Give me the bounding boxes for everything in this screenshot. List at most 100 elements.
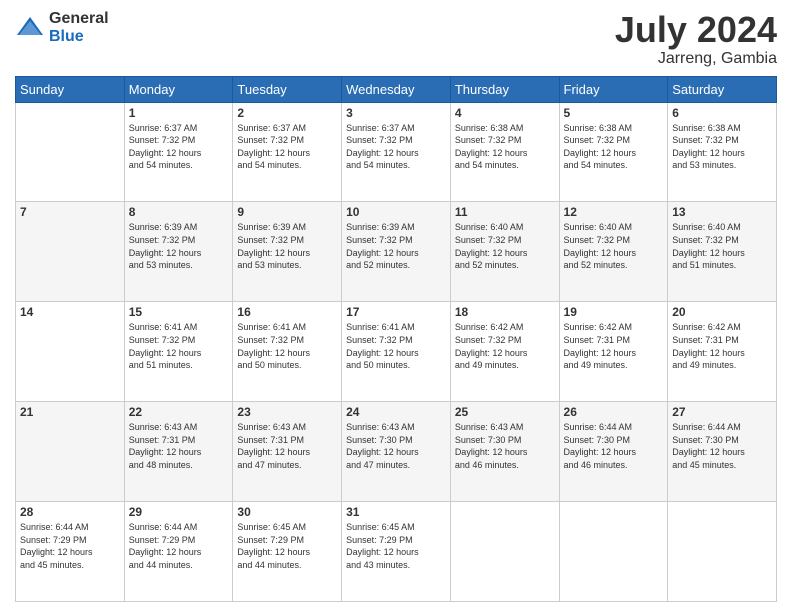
calendar-week-row: 14 15 Sunrise: 6:41 AM Sunset: 7:32 PM Day…	[16, 302, 777, 402]
table-row: 17Sunrise: 6:41 AM Sunset: 7:32 PM Dayli…	[342, 302, 451, 402]
table-row: 1 Sunrise: 6:37 AM Sunset: 7:32 PM Daylig…	[124, 102, 233, 202]
day-info: Sunrise: 6:43 AM Sunset: 7:30 PM Dayligh…	[346, 421, 446, 471]
day-number: 22	[129, 405, 229, 419]
table-row: 28 Sunrise: 6:44 AM Sunset: 7:29 PM Dayli…	[16, 502, 125, 602]
day-number: 5	[564, 106, 664, 120]
day-number: 9	[237, 205, 337, 219]
day-info: Sunrise: 6:39 AM Sunset: 7:32 PM Dayligh…	[129, 221, 229, 271]
table-row: 6 Sunrise: 6:38 AM Sunset: 7:32 PM Daylig…	[668, 102, 777, 202]
day-info: Sunrise: 6:45 AM Sunset: 7:29 PM Dayligh…	[237, 521, 337, 571]
day-info: Sunrise: 6:38 AM Sunset: 7:32 PM Dayligh…	[455, 122, 555, 172]
day-number: 13	[672, 205, 772, 219]
header: General Blue July 2024 Jarreng, Gambia	[15, 10, 777, 68]
calendar-table: Sunday Monday Tuesday Wednesday Thursday…	[15, 76, 777, 602]
day-info: Sunrise: 6:41 AM Sunset: 7:32 PM Dayligh…	[237, 321, 337, 371]
day-number: 6	[672, 106, 772, 120]
day-number: 15	[129, 305, 229, 319]
table-row: 15 Sunrise: 6:41 AM Sunset: 7:32 PM Dayli…	[124, 302, 233, 402]
day-number: 24	[346, 405, 446, 419]
day-info: Sunrise: 6:44 AM Sunset: 7:30 PM Dayligh…	[672, 421, 772, 471]
calendar-week-row: 21 22 Sunrise: 6:43 AM Sunset: 7:31 PM Day…	[16, 402, 777, 502]
table-row: 23 Sunrise: 6:43 AM Sunset: 7:31 PM Dayli…	[233, 402, 342, 502]
day-number: 2	[237, 106, 337, 120]
col-sunday: Sunday	[16, 76, 125, 102]
day-number: 25	[455, 405, 555, 419]
day-info: Sunrise: 6:37 AM Sunset: 7:32 PM Dayligh…	[237, 122, 337, 172]
table-row: 31 Sunrise: 6:45 AM Sunset: 7:29 PM Dayli…	[342, 502, 451, 602]
table-row: 9 Sunrise: 6:39 AM Sunset: 7:32 PM Daylig…	[233, 202, 342, 302]
calendar-week-row: 7 8Sunrise: 6:39 AM Sunset: 7:32 PM Dayli…	[16, 202, 777, 302]
table-row: 11Sunrise: 6:40 AM Sunset: 7:32 PM Dayli…	[450, 202, 559, 302]
table-row: 26 Sunrise: 6:44 AM Sunset: 7:30 PM Dayli…	[559, 402, 668, 502]
logo-general-text: General	[49, 10, 109, 28]
day-info: Sunrise: 6:40 AM Sunset: 7:32 PM Dayligh…	[672, 221, 772, 271]
day-info: Sunrise: 6:40 AM Sunset: 7:32 PM Dayligh…	[564, 221, 664, 271]
day-info: Sunrise: 6:43 AM Sunset: 7:30 PM Dayligh…	[455, 421, 555, 471]
table-row: 8Sunrise: 6:39 AM Sunset: 7:32 PM Daylig…	[124, 202, 233, 302]
day-number: 23	[237, 405, 337, 419]
day-number: 29	[129, 505, 229, 519]
col-saturday: Saturday	[668, 76, 777, 102]
day-info: Sunrise: 6:43 AM Sunset: 7:31 PM Dayligh…	[129, 421, 229, 471]
table-row: 19Sunrise: 6:42 AM Sunset: 7:31 PM Dayli…	[559, 302, 668, 402]
day-info: Sunrise: 6:42 AM Sunset: 7:32 PM Dayligh…	[455, 321, 555, 371]
day-number: 28	[20, 505, 120, 519]
table-row: 24 Sunrise: 6:43 AM Sunset: 7:30 PM Dayli…	[342, 402, 451, 502]
table-row	[16, 102, 125, 202]
calendar-week-row: 1 Sunrise: 6:37 AM Sunset: 7:32 PM Daylig…	[16, 102, 777, 202]
table-row: 22 Sunrise: 6:43 AM Sunset: 7:31 PM Dayli…	[124, 402, 233, 502]
day-info: Sunrise: 6:44 AM Sunset: 7:29 PM Dayligh…	[129, 521, 229, 571]
day-number: 3	[346, 106, 446, 120]
table-row: 12 Sunrise: 6:40 AM Sunset: 7:32 PM Dayli…	[559, 202, 668, 302]
day-number: 12	[564, 205, 664, 219]
table-row: 13 Sunrise: 6:40 AM Sunset: 7:32 PM Dayli…	[668, 202, 777, 302]
table-row: 20 Sunrise: 6:42 AM Sunset: 7:31 PM Dayli…	[668, 302, 777, 402]
table-row: 16 Sunrise: 6:41 AM Sunset: 7:32 PM Dayli…	[233, 302, 342, 402]
day-info: Sunrise: 6:38 AM Sunset: 7:32 PM Dayligh…	[564, 122, 664, 172]
table-row	[668, 502, 777, 602]
col-wednesday: Wednesday	[342, 76, 451, 102]
day-number: 18	[455, 305, 555, 319]
day-info: Sunrise: 6:44 AM Sunset: 7:29 PM Dayligh…	[20, 521, 120, 571]
table-row	[559, 502, 668, 602]
day-number: 11	[455, 205, 555, 219]
day-number: 14	[20, 305, 120, 319]
day-number: 17	[346, 305, 446, 319]
day-number: 20	[672, 305, 772, 319]
col-tuesday: Tuesday	[233, 76, 342, 102]
day-info: Sunrise: 6:39 AM Sunset: 7:32 PM Dayligh…	[346, 221, 446, 271]
day-number: 27	[672, 405, 772, 419]
table-row: 7	[16, 202, 125, 302]
table-row	[450, 502, 559, 602]
day-number: 16	[237, 305, 337, 319]
page: General Blue July 2024 Jarreng, Gambia S…	[0, 0, 792, 612]
table-row: 29 Sunrise: 6:44 AM Sunset: 7:29 PM Dayli…	[124, 502, 233, 602]
logo-blue-text: Blue	[49, 28, 109, 46]
day-info: Sunrise: 6:43 AM Sunset: 7:31 PM Dayligh…	[237, 421, 337, 471]
day-info: Sunrise: 6:45 AM Sunset: 7:29 PM Dayligh…	[346, 521, 446, 571]
table-row: 4Sunrise: 6:38 AM Sunset: 7:32 PM Daylig…	[450, 102, 559, 202]
col-thursday: Thursday	[450, 76, 559, 102]
day-info: Sunrise: 6:39 AM Sunset: 7:32 PM Dayligh…	[237, 221, 337, 271]
day-number: 21	[20, 405, 120, 419]
col-monday: Monday	[124, 76, 233, 102]
logo-text: General Blue	[49, 10, 109, 45]
day-info: Sunrise: 6:42 AM Sunset: 7:31 PM Dayligh…	[672, 321, 772, 371]
calendar-header-row: Sunday Monday Tuesday Wednesday Thursday…	[16, 76, 777, 102]
day-info: Sunrise: 6:37 AM Sunset: 7:32 PM Dayligh…	[129, 122, 229, 172]
day-number: 26	[564, 405, 664, 419]
table-row: 14	[16, 302, 125, 402]
title-block: July 2024 Jarreng, Gambia	[615, 10, 777, 68]
day-info: Sunrise: 6:41 AM Sunset: 7:32 PM Dayligh…	[129, 321, 229, 371]
table-row: 30Sunrise: 6:45 AM Sunset: 7:29 PM Dayli…	[233, 502, 342, 602]
day-info: Sunrise: 6:38 AM Sunset: 7:32 PM Dayligh…	[672, 122, 772, 172]
table-row: 10Sunrise: 6:39 AM Sunset: 7:32 PM Dayli…	[342, 202, 451, 302]
table-row: 25 Sunrise: 6:43 AM Sunset: 7:30 PM Dayli…	[450, 402, 559, 502]
day-number: 19	[564, 305, 664, 319]
calendar-week-row: 28 Sunrise: 6:44 AM Sunset: 7:29 PM Dayli…	[16, 502, 777, 602]
calendar-title: July 2024	[615, 10, 777, 50]
day-info: Sunrise: 6:44 AM Sunset: 7:30 PM Dayligh…	[564, 421, 664, 471]
day-number: 1	[129, 106, 229, 120]
day-number: 7	[20, 205, 120, 219]
day-number: 31	[346, 505, 446, 519]
